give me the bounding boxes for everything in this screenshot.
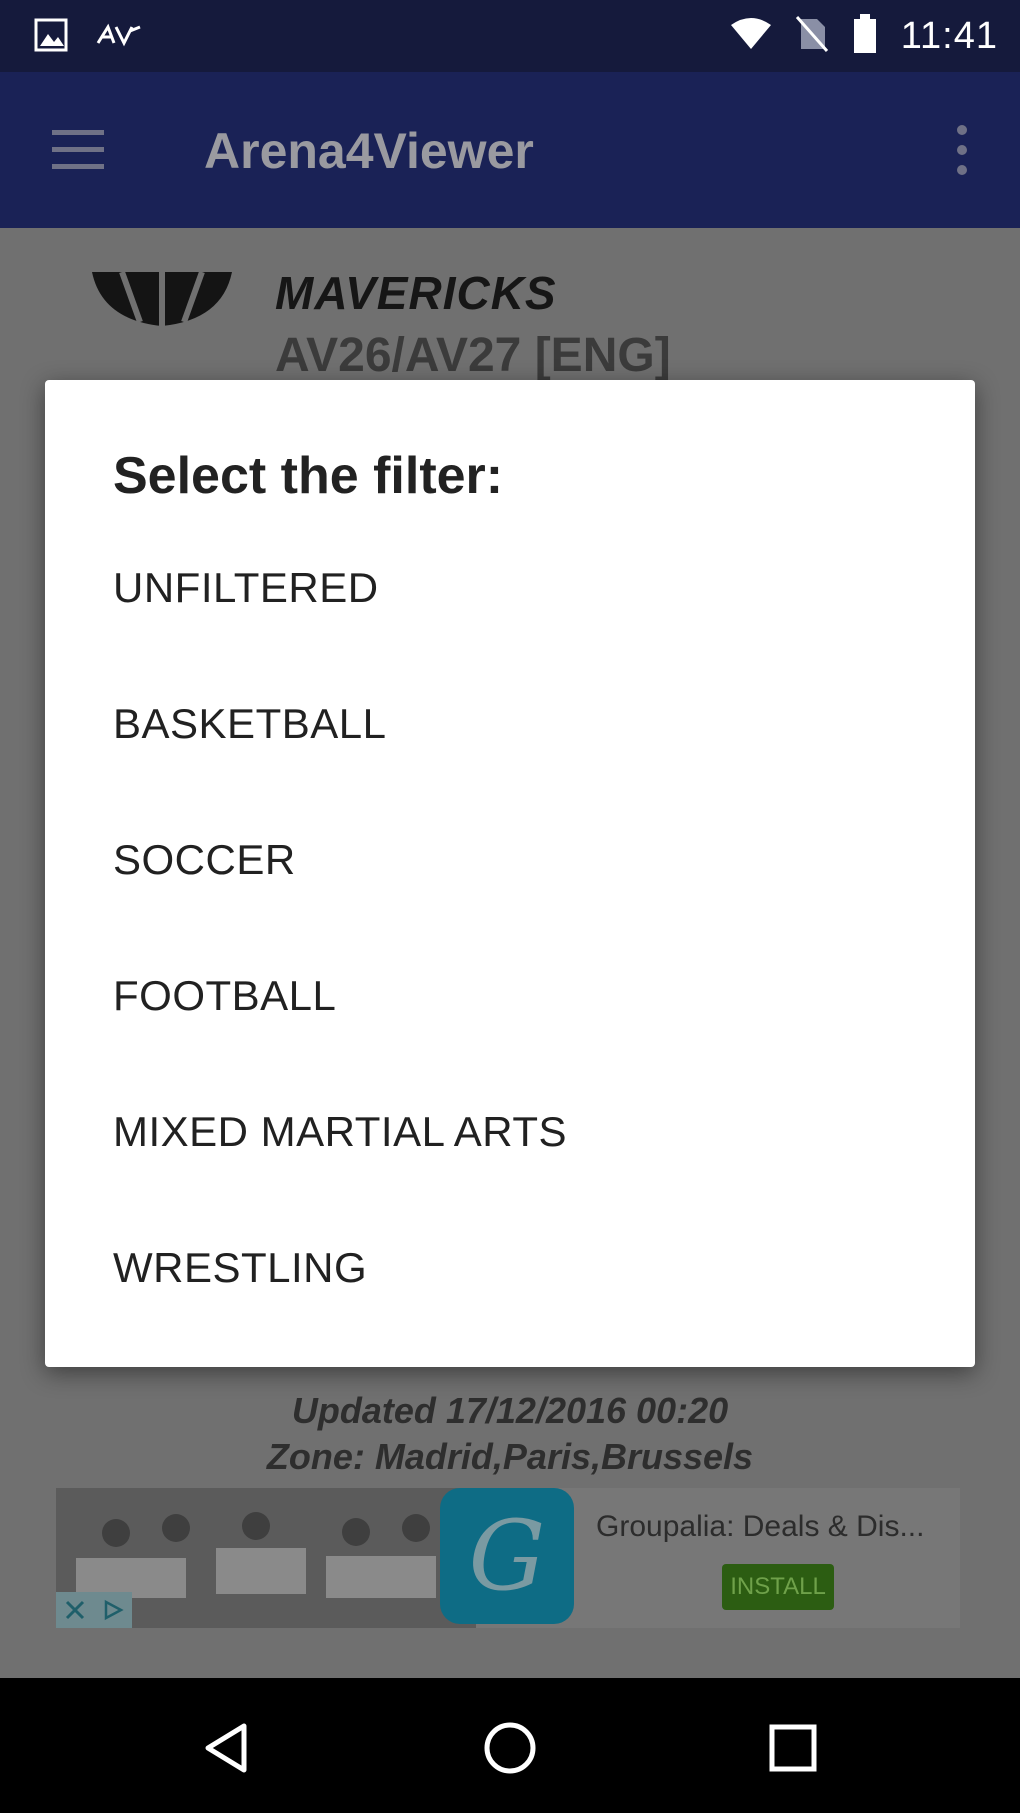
filter-option-label: MIXED MARTIAL ARTS [113,1108,567,1155]
filter-option-wrestling[interactable]: WRESTLING [45,1200,975,1336]
filter-option-unfiltered[interactable]: UNFILTERED [45,520,975,656]
filter-option-label: WRESTLING [113,1244,368,1291]
filter-option-label: UNFILTERED [113,564,379,611]
filter-option-basketball[interactable]: BASKETBALL [45,656,975,792]
filter-option-label: SOCCER [113,836,296,883]
filter-option-mixed-martial-arts[interactable]: MIXED MARTIAL ARTS [45,1064,975,1200]
home-icon[interactable] [480,1718,540,1778]
filter-option-soccer[interactable]: SOCCER [45,792,975,928]
filter-dialog: Select the filter: UNFILTERED BASKETBALL… [45,380,975,1367]
filter-option-football[interactable]: FOOTBALL [45,928,975,1064]
recents-icon[interactable] [763,1718,823,1778]
navigation-bar [0,1678,1020,1813]
filter-option-label: FOOTBALL [113,972,337,1019]
filter-option-label: BASKETBALL [113,700,387,747]
dialog-title: Select the filter: [113,447,504,505]
back-icon[interactable] [196,1718,256,1778]
